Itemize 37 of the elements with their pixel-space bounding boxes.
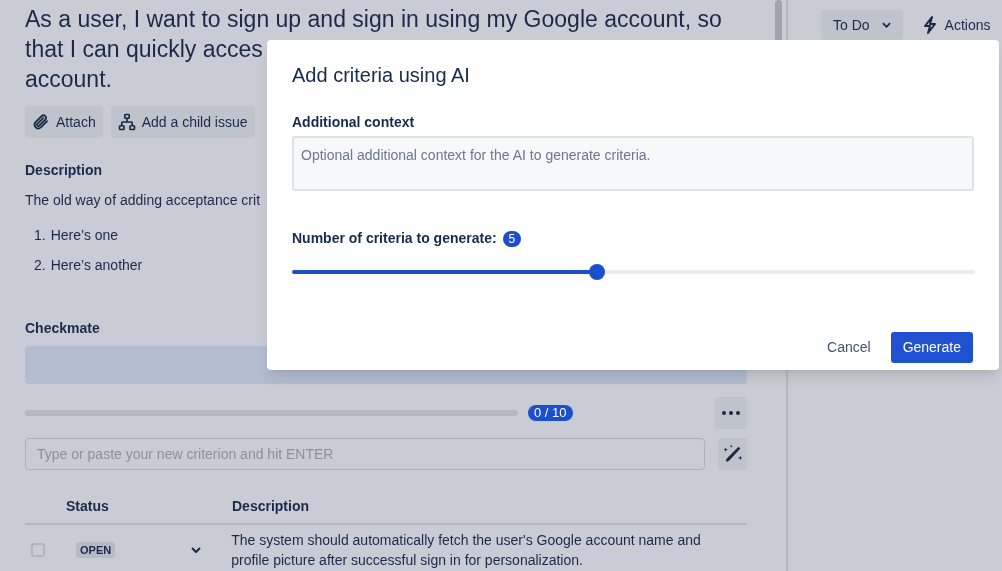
list-number: 1. (34, 226, 46, 245)
column-header: Status (66, 497, 110, 516)
progress-count: 0 / 10 (528, 405, 573, 421)
slider-thumb[interactable] (589, 264, 606, 280)
field-label: Number of criteria to generate: (292, 229, 497, 248)
list-item: Here’s one (50, 226, 119, 245)
actions-button[interactable]: Actions (922, 10, 991, 40)
list-number: 2. (34, 256, 46, 275)
description-text: The old way of adding acceptance crit (25, 191, 261, 210)
generate-button[interactable]: Generate (890, 332, 973, 363)
column-header: Description (232, 497, 309, 516)
issue-title: As a user, I want to sign up and sign in using my Google account, so (25, 5, 722, 34)
section-heading: Checkmate (25, 319, 100, 338)
issue-title: that I can quickly acces (25, 35, 263, 64)
criterion-input-field[interactable]: Type or paste your new criterion and hit ENTER (25, 438, 705, 470)
cancel-button[interactable]: Cancel (815, 332, 883, 363)
field-label: Additional context (292, 113, 415, 132)
paperclip-icon (32, 113, 50, 131)
criterion-description: The system should automatically fetch the user's Google account name and profile picture after successful sign in for personalization. (231, 531, 702, 570)
dialog-title: Add criteria using AI (292, 63, 470, 88)
chevron-down-icon[interactable] (191, 547, 202, 553)
more-icon (722, 411, 740, 415)
add-child-issue-button[interactable]: Add a child issue (110, 106, 255, 138)
hierarchy-icon (117, 113, 136, 131)
context-input-field[interactable]: Optional additional context for the AI to generate criteria. (292, 136, 974, 191)
magic-wand-button[interactable] (718, 438, 747, 470)
section-heading: Description (25, 161, 102, 180)
more-button[interactable] (715, 397, 747, 429)
status-lozenge: OPEN (76, 542, 116, 558)
chevron-down-icon (881, 22, 891, 28)
checkbox[interactable] (31, 543, 45, 557)
status-dropdown[interactable]: To Do (821, 10, 903, 40)
attach-button[interactable]: Attach (25, 106, 103, 138)
list-item: Here’s another (50, 256, 143, 275)
issue-title: account. (25, 65, 112, 94)
lightning-icon (922, 16, 937, 34)
count-badge: 5 (502, 230, 522, 247)
